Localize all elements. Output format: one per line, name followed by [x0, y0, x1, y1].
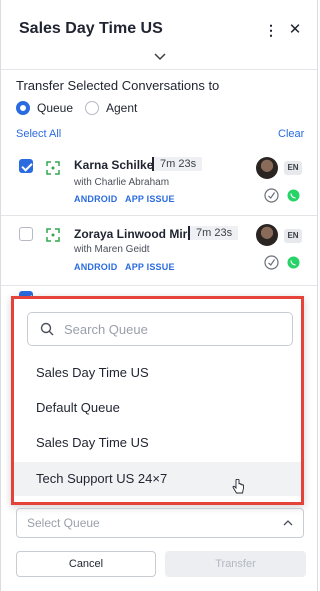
- hand-cursor-icon: [232, 479, 244, 494]
- search-queue-input[interactable]: Search Queue: [27, 312, 293, 346]
- mobile-channel-icon: [46, 161, 60, 175]
- radio-agent[interactable]: Agent: [85, 99, 137, 117]
- queue-option[interactable]: Tech Support US 24×7: [14, 462, 301, 496]
- accept-icon[interactable]: [264, 255, 279, 270]
- chevron-down-icon[interactable]: [153, 50, 167, 62]
- avatar: [256, 224, 278, 246]
- search-icon: [40, 322, 54, 336]
- customer-name: Karna Schilke: [74, 158, 154, 172]
- tag-android: ANDROID: [74, 262, 118, 272]
- language-badge: EN: [284, 229, 302, 243]
- conversation-checkbox[interactable]: [19, 159, 33, 173]
- transfer-button[interactable]: Transfer: [165, 551, 306, 577]
- conversation-row[interactable]: Zoraya Linwood Mire 7m 23s with Maren Ge…: [1, 216, 317, 286]
- wait-time-badge: 7m 23s: [188, 226, 239, 240]
- whatsapp-icon: [287, 256, 300, 269]
- conversation-checkbox[interactable]: [19, 227, 33, 241]
- more-options-icon[interactable]: ⋮: [264, 21, 278, 39]
- agent-name: with Charlie Abraham: [74, 177, 170, 188]
- panel-header: Sales Day Time US ⋮ ✕: [1, 0, 317, 70]
- cancel-button[interactable]: Cancel: [16, 551, 156, 577]
- avatar: [256, 157, 278, 179]
- chevron-up-icon: [283, 520, 293, 526]
- wait-time-badge: 7m 23s: [152, 157, 203, 171]
- queue-select-placeholder: Select Queue: [27, 516, 100, 530]
- tag-app-issue: APP ISSUE: [125, 262, 175, 272]
- search-placeholder: Search Queue: [64, 322, 148, 337]
- whatsapp-icon: [287, 189, 300, 202]
- mobile-channel-icon: [46, 228, 60, 242]
- radio-agent-label: Agent: [106, 101, 138, 115]
- queue-option[interactable]: Sales Day Time US: [14, 426, 301, 460]
- queue-option[interactable]: Sales Day Time US: [14, 356, 301, 390]
- queue-option[interactable]: Default Queue: [14, 391, 301, 425]
- radio-agent-indicator[interactable]: [85, 101, 99, 115]
- queue-dropdown: Search Queue Sales Day Time US Default Q…: [11, 296, 304, 505]
- radio-queue-label: Queue: [37, 101, 74, 115]
- accept-icon[interactable]: [264, 188, 279, 203]
- radio-queue[interactable]: Queue: [16, 99, 73, 117]
- agent-name: with Maren Geidt: [74, 244, 150, 255]
- page-title: Sales Day Time US: [19, 20, 163, 37]
- language-badge: EN: [284, 161, 302, 175]
- tag-android: ANDROID: [74, 194, 118, 204]
- conversation-row[interactable]: Karna Schilke 7m 23s with Charlie Abraha…: [1, 146, 317, 216]
- close-icon[interactable]: ✕: [287, 21, 303, 39]
- customer-name: Zoraya Linwood Mire: [74, 227, 195, 241]
- queue-select[interactable]: Select Queue: [16, 508, 304, 538]
- radio-queue-indicator[interactable]: [16, 101, 30, 115]
- tag-app-issue: APP ISSUE: [125, 194, 175, 204]
- select-all-link[interactable]: Select All: [16, 128, 61, 140]
- transfer-panel: Sales Day Time US ⋮ ✕ Transfer Selected …: [0, 0, 318, 591]
- clear-link[interactable]: Clear: [278, 128, 304, 140]
- transfer-section-label: Transfer Selected Conversations to: [16, 78, 220, 93]
